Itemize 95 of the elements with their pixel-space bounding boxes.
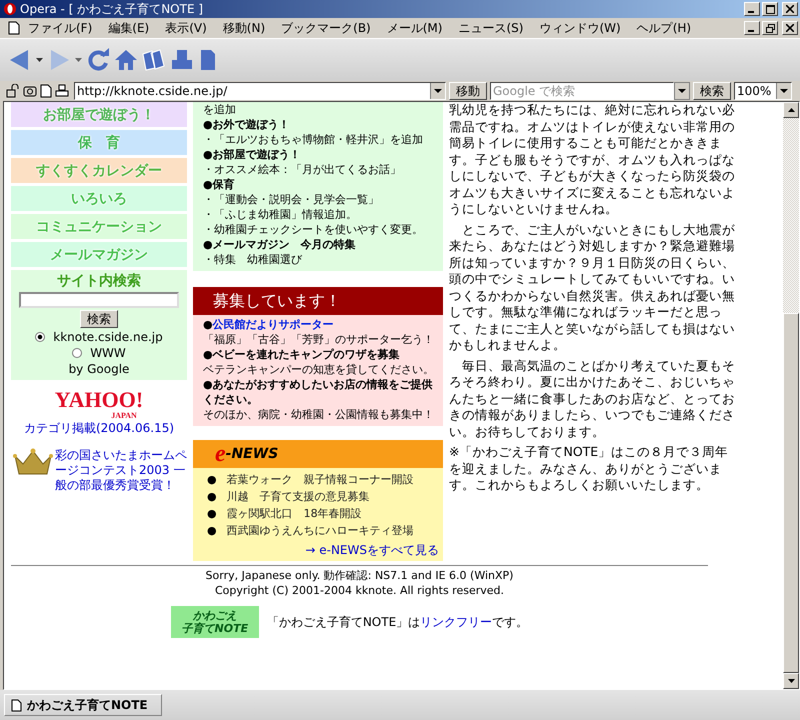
- page-icon[interactable]: [8, 21, 20, 35]
- news-link[interactable]: 西武園ゆうえんちにハローキティ登場: [226, 523, 414, 538]
- home-icon[interactable]: [114, 48, 138, 72]
- page-tab[interactable]: かわごえ子育てNOTE: [4, 694, 162, 716]
- search-credit: by Google: [68, 362, 130, 376]
- scroll-down-icon[interactable]: [788, 679, 794, 683]
- recruiting-text: そのほか、病院・幼稚園・公園情報も募集中！: [203, 407, 435, 422]
- site-search-field[interactable]: [19, 292, 179, 308]
- app-logo-icon: [3, 2, 17, 16]
- yahoo-logo-subtitle: JAPAN: [111, 411, 137, 420]
- update-item: ・幼稚園チェックシートを使いやすく変更。: [203, 222, 424, 237]
- printer-icon[interactable]: [55, 84, 69, 98]
- award-link[interactable]: 彩の国さいたまホームページコンテスト2003 一般の部最優秀賞受賞！: [55, 448, 187, 493]
- news-link[interactable]: 霞ヶ関駅北口 18年春開設: [226, 506, 362, 521]
- address-field[interactable]: http://kknote.cside.ne.jp/: [74, 82, 446, 100]
- menu-item[interactable]: 編集(E): [100, 20, 158, 36]
- window-title: Opera - [ かわごえ子育てNOTE ]: [20, 0, 204, 18]
- site-search-title: サイト内検索: [57, 272, 141, 290]
- update-item: ・「ふじま幼稚園」情報追加。: [203, 207, 358, 222]
- update-item: を追加: [203, 102, 237, 117]
- scroll-thumb[interactable]: [783, 313, 799, 673]
- bullet: ●: [207, 473, 217, 486]
- menu-item[interactable]: 移動(N): [214, 20, 274, 36]
- bullet: ●: [203, 318, 213, 331]
- minimize-button[interactable]: [744, 2, 760, 16]
- maximize-button[interactable]: [762, 2, 778, 16]
- zoom-select[interactable]: 100%: [734, 82, 792, 100]
- radio-button[interactable]: [35, 332, 46, 342]
- close-icon: [786, 24, 794, 32]
- article-paragraph: 乳幼児を持つ私たちには、絶対に忘れられない必需品ですね。オムツはトイレが使えない非常用の簡易トイレに使用することも可能だとかききます。子ども服もそうですが、オムツも入れっぱなしにしないで、子どもが大きくなったら防災袋のオムツも大きいサイズに変えることも忘れないようにしないといけませんね。: [449, 102, 736, 218]
- search-button[interactable]: 検索: [693, 82, 731, 100]
- update-item: ・「エルツおもちゃ博物館・軽井沢」を追加: [203, 132, 424, 147]
- recruiting-heading: ●ベビーを連れたキャンプのワザを募集: [203, 347, 401, 362]
- restore-icon: [766, 24, 774, 32]
- link-policy-text: 「かわごえ子育てNOTE」は リンクフリーです。: [266, 614, 528, 630]
- restore-button[interactable]: [762, 21, 778, 35]
- update-item: ・オススメ絵本：「月が出てくるお話」: [203, 162, 402, 177]
- bullet: ●: [207, 490, 217, 503]
- menu-item[interactable]: ブックマーク(B): [273, 20, 379, 36]
- reload-icon[interactable]: [86, 48, 110, 72]
- menu-item[interactable]: ファイル(F): [20, 20, 100, 36]
- yahoo-logo[interactable]: YAHOO!: [54, 389, 144, 411]
- recruiting-text: ベテランキャンパーの知恵を貸してください。: [203, 362, 435, 377]
- minimize-button[interactable]: [744, 21, 760, 35]
- bullet: ●: [207, 524, 217, 537]
- enews-logo-e: e: [215, 440, 226, 468]
- footer-text: Copyright (C) 2001-2004 kknote. All rights reserved.: [214, 583, 504, 598]
- bookmarks-icon[interactable]: [142, 48, 166, 72]
- caret-icon[interactable]: [36, 58, 43, 62]
- update-item: ・「運動会・説明会・見学会一覧」: [203, 192, 380, 207]
- update-heading: ●お部屋で遊ぼう！: [203, 147, 302, 162]
- search-scope-option[interactable]: kknote.cside.ne.jp: [35, 330, 163, 344]
- article-paragraph: ※「かわごえ子育てNOTE」はこの８月で３周年を迎えました。みなさん、ありがとうございます。これからもよろしくお願いいたします。: [449, 444, 730, 494]
- article-paragraph: 毎日、最高気温のことばかり考えていた夏もそろそろ終わり。夏に出かけたあそこ、おじいちゃんたちと一緒に食事したあのお店など、とっておきの情報がありましたら、いつでもご連絡ください。お待ちしております。: [449, 358, 736, 440]
- menu-item[interactable]: 表示(V): [157, 20, 215, 36]
- recruiting-header: 募集しています！: [193, 287, 443, 315]
- close-button[interactable]: [782, 21, 798, 35]
- search-field[interactable]: Google で検索: [490, 82, 674, 100]
- menu-item[interactable]: ニュース(S): [450, 20, 532, 36]
- site-search-button[interactable]: 検索: [80, 310, 118, 328]
- more-news-link[interactable]: → e-NEWSをすべて見る: [305, 542, 439, 559]
- search-scope-option[interactable]: WWW: [72, 346, 126, 360]
- recruiting-link[interactable]: 公民館だよりサポーター: [212, 318, 334, 331]
- recruiting-text: 「福原」「古谷」「芳野」のサポーター乞う！: [203, 332, 435, 347]
- menu-item[interactable]: ヘルプ(H): [628, 20, 700, 36]
- camera-icon[interactable]: [23, 84, 37, 98]
- update-heading: ●保育: [203, 177, 236, 192]
- page-icon: [11, 698, 22, 712]
- document-icon[interactable]: [198, 48, 218, 72]
- caret-icon[interactable]: [75, 58, 82, 62]
- close-icon: [786, 5, 794, 13]
- menu-item[interactable]: ウィンドウ(W): [531, 20, 629, 36]
- page-icon[interactable]: [40, 84, 52, 98]
- scroll-up-icon[interactable]: [788, 108, 794, 112]
- crown-icon: [13, 448, 53, 476]
- article-paragraph: ところで、ご主人がいないときにもし大地震が来たら、あなたはどう対処しますか？緊急避難場所は知っていますか？９月１日防災の日くらい、頭の中でシミュレートしてみてもいいですね。いつくるかわからない自然災害。供えあれば憂い無しです。無駄な準備になればラッキーだと思って、たまにご主人と笑いながら話しても損はないかもしれませんよ。: [449, 222, 736, 354]
- category-link[interactable]: カテゴリ掲載(2004.06.15): [24, 420, 174, 437]
- vertical-scrollbar[interactable]: [783, 102, 799, 689]
- site-banner[interactable]: かわごえ 子育てNOTE: [170, 606, 259, 638]
- recruiting-heading: ●あなたがおすすめしたいお店の情報をご提供ください。: [203, 377, 434, 407]
- link-free-link[interactable]: リンクフリー: [420, 614, 492, 628]
- menu-item[interactable]: メール(M): [378, 20, 450, 36]
- radio-button[interactable]: [72, 348, 82, 358]
- news-link[interactable]: 川越 子育て支援の意見募集: [226, 489, 370, 504]
- go-button[interactable]: 移動: [449, 82, 487, 100]
- update-item: ・特集 幼稚園選び: [203, 252, 303, 267]
- maximize-icon: [766, 4, 774, 14]
- security-icon[interactable]: [6, 84, 20, 98]
- bullet: ●: [207, 507, 217, 520]
- news-link[interactable]: 若葉ウォーク 親子情報コーナー開設: [226, 472, 414, 487]
- enews-logo-text: -NEWS: [226, 446, 278, 462]
- update-heading: ●メールマガジン 今月の特集: [203, 237, 357, 252]
- close-button[interactable]: [782, 2, 798, 16]
- footer-text: Sorry, Japanese only. 動作確認: NS7.1 and IE 6.0 (WinXP): [206, 568, 514, 583]
- update-heading: ●お外で遊ぼう！: [203, 117, 291, 132]
